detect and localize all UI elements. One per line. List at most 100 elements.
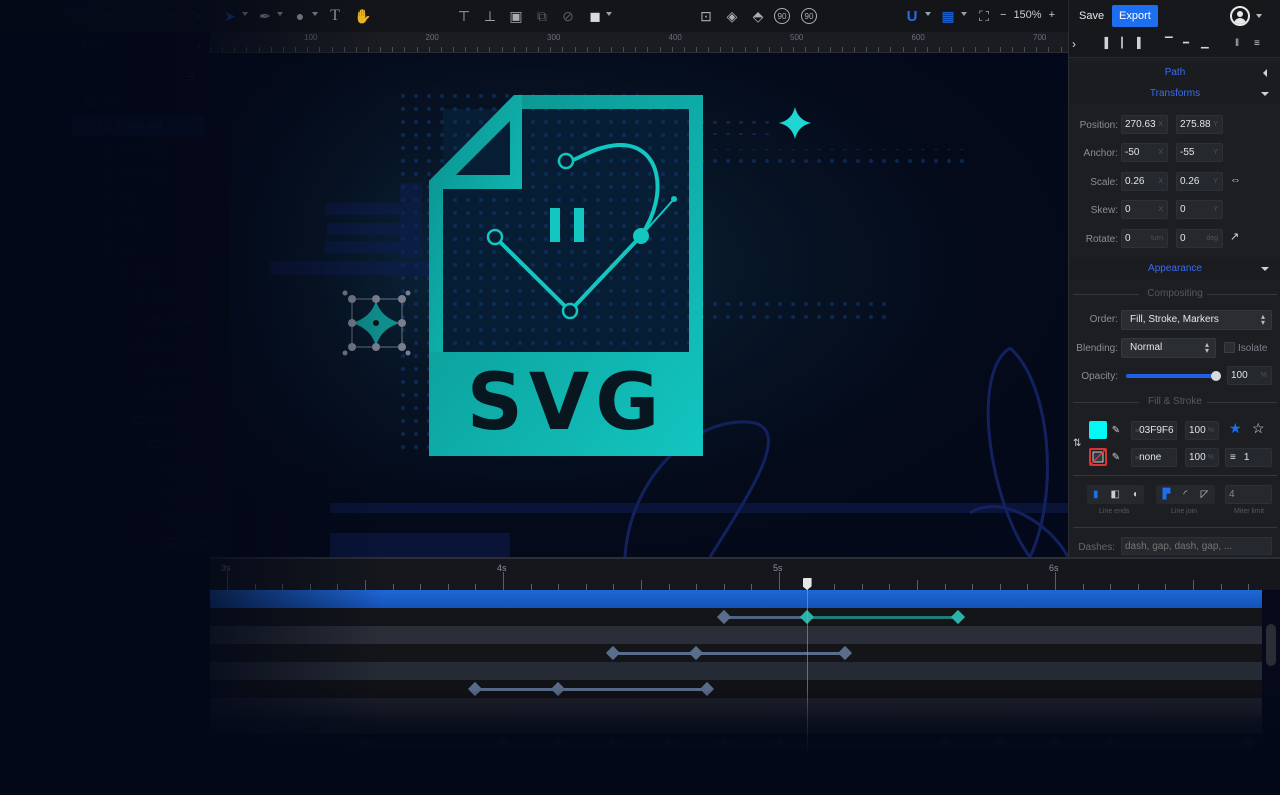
- align-bottom-icon[interactable]: ▁: [1201, 38, 1209, 49]
- stroke-hex-input[interactable]: ≡none: [1131, 448, 1177, 467]
- miter-join-icon[interactable]: ▛: [1163, 489, 1171, 500]
- layer-item[interactable]: Circle: [166, 507, 205, 529]
- keyframe[interactable]: [771, 736, 787, 752]
- timeline-track[interactable]: [210, 680, 1262, 698]
- align-top-icon[interactable]: ▔: [1165, 38, 1173, 49]
- align-baseline-icon[interactable]: ⊥: [480, 6, 500, 26]
- keyframe[interactable]: [661, 736, 676, 752]
- section-path[interactable]: Path: [1069, 62, 1280, 83]
- arrange-icon[interactable]: ◼: [585, 6, 605, 26]
- keyframe[interactable]: [468, 681, 483, 697]
- keyframe-span[interactable]: [723, 616, 807, 619]
- anchor-x-input[interactable]: -50 X: [1121, 143, 1168, 162]
- anchor-y-input[interactable]: -55 Y: [1176, 143, 1223, 162]
- hand-icon[interactable]: ✋: [353, 6, 373, 26]
- fill-opacity-input[interactable]: 100%: [1185, 421, 1219, 440]
- layer-item[interactable]: Group: [150, 433, 192, 455]
- magnet-caret-icon[interactable]: [925, 12, 931, 16]
- opacity-slider-thumb[interactable]: [1211, 371, 1221, 381]
- stroke-width-input[interactable]: ≡ 1: [1225, 448, 1272, 467]
- opacity-input[interactable]: 100%: [1227, 366, 1272, 385]
- keyframe[interactable]: [551, 681, 566, 697]
- rotate-turn-input[interactable]: 0 turn: [1121, 229, 1168, 248]
- keyframe[interactable]: [606, 645, 621, 661]
- layer-item[interactable]: morph: [166, 531, 209, 553]
- rotate-deg-input[interactable]: 0 deg: [1176, 229, 1223, 248]
- blending-select[interactable]: Normal ▴ ▾: [1121, 338, 1216, 358]
- distribute-h-icon[interactable]: ‖: [1235, 38, 1239, 49]
- sort-icon[interactable]: ☰: [186, 72, 195, 83]
- keyframe[interactable]: [716, 609, 731, 625]
- eyedropper-icon[interactable]: ✎: [1108, 421, 1124, 440]
- keyframe-span[interactable]: [1110, 743, 1249, 746]
- magnet-icon[interactable]: U: [902, 6, 922, 26]
- fit-view-icon[interactable]: ⛶: [974, 6, 994, 26]
- bounds-icon[interactable]: ⊡: [696, 6, 716, 26]
- text-icon[interactable]: T: [325, 6, 345, 26]
- skew-y-input[interactable]: 0Y: [1176, 200, 1223, 219]
- timeline-track[interactable]: [210, 608, 1262, 626]
- timeline-track[interactable]: [210, 735, 1262, 753]
- align-left-icon[interactable]: ▐: [1101, 38, 1108, 49]
- shapes-caret-icon[interactable]: [312, 12, 318, 16]
- stroke-opacity-input[interactable]: 100%: [1185, 448, 1219, 467]
- align-middle-v-icon[interactable]: ━: [1183, 38, 1189, 49]
- eyedropper-icon[interactable]: ✎: [1108, 448, 1124, 467]
- timeline-scrollbar[interactable]: [1266, 624, 1276, 666]
- timeline-ruler[interactable]: 3s 4s 5s 6s: [210, 557, 1280, 590]
- bevel-join-icon[interactable]: ◸: [1201, 489, 1209, 500]
- keyframe-span[interactable]: [365, 743, 503, 746]
- keyframe-span[interactable]: [475, 688, 559, 691]
- align-right-icon[interactable]: ▌: [1137, 38, 1144, 49]
- timeline-track[interactable]: [210, 626, 1262, 644]
- miter-limit-input[interactable]: 4: [1225, 485, 1272, 504]
- fill-hex-input[interactable]: ≡03F9F6: [1131, 421, 1177, 440]
- svg-file-icon[interactable]: SVG: [429, 95, 703, 456]
- collapse-sidebar-icon[interactable]: ‹: [197, 38, 201, 53]
- export-button[interactable]: Export: [1112, 5, 1158, 27]
- distribute-v-icon[interactable]: ≡: [1254, 38, 1260, 49]
- grid-icon[interactable]: ▦: [938, 6, 958, 26]
- expand-panel-icon[interactable]: ›: [1072, 37, 1076, 51]
- section-transforms[interactable]: Transforms: [1069, 83, 1280, 104]
- layer-item[interactable]: Group: [118, 262, 160, 284]
- layer-item[interactable]: 4 point star: [102, 139, 165, 161]
- keyframe[interactable]: [357, 736, 373, 752]
- keyframe[interactable]: [551, 736, 566, 752]
- skew-x-input[interactable]: 0X: [1121, 200, 1168, 219]
- layer-item[interactable]: SVG: [86, 90, 122, 112]
- keyframe-span[interactable]: [779, 743, 945, 746]
- timeline-track[interactable]: [210, 698, 1262, 716]
- layer-item[interactable]: 4 point star: [72, 114, 204, 137]
- isolate-checkbox[interactable]: [1224, 342, 1235, 353]
- position-y-input[interactable]: 275.88 Y: [1176, 115, 1223, 134]
- save-button[interactable]: Save: [1077, 6, 1106, 26]
- timeline-track[interactable]: [210, 644, 1262, 662]
- opacity-slider-track[interactable]: [1126, 374, 1216, 378]
- keyframe[interactable]: [951, 609, 966, 625]
- layer-item[interactable]: Polygon: [150, 384, 200, 406]
- layer-item[interactable]: Circle: [166, 482, 205, 504]
- position-x-input[interactable]: 270.63 X: [1121, 115, 1168, 134]
- timeline-track[interactable]: [210, 662, 1262, 680]
- butt-cap-icon[interactable]: ▮: [1093, 489, 1099, 500]
- dashes-input[interactable]: [1121, 537, 1272, 555]
- pen-icon[interactable]: ✒: [255, 6, 275, 26]
- scale-y-input[interactable]: 0.26 Y: [1176, 172, 1223, 191]
- keyframe[interactable]: [606, 736, 621, 752]
- layer-item[interactable]: Circle: [166, 458, 205, 480]
- pointer-caret-icon[interactable]: [242, 12, 248, 16]
- mask-icon[interactable]: ▣: [506, 6, 526, 26]
- layer-item[interactable]: Group: [134, 286, 176, 308]
- motion-path-icon[interactable]: ↗: [1230, 230, 1239, 243]
- keyframe-span[interactable]: [613, 743, 669, 746]
- layer-item[interactable]: circle: [102, 188, 139, 210]
- keyframe[interactable]: [1047, 736, 1063, 752]
- shapes-icon[interactable]: ●: [290, 6, 310, 26]
- keyframe-span[interactable]: [613, 652, 697, 655]
- order-select[interactable]: Fill, Stroke, Markers ▴ ▾: [1121, 310, 1272, 330]
- library-title[interactable]: Library: [76, 41, 107, 52]
- align-center-h-icon[interactable]: ┃: [1119, 38, 1125, 49]
- layer-item[interactable]: Group: [102, 213, 144, 235]
- account-caret-icon[interactable]: [1256, 14, 1262, 18]
